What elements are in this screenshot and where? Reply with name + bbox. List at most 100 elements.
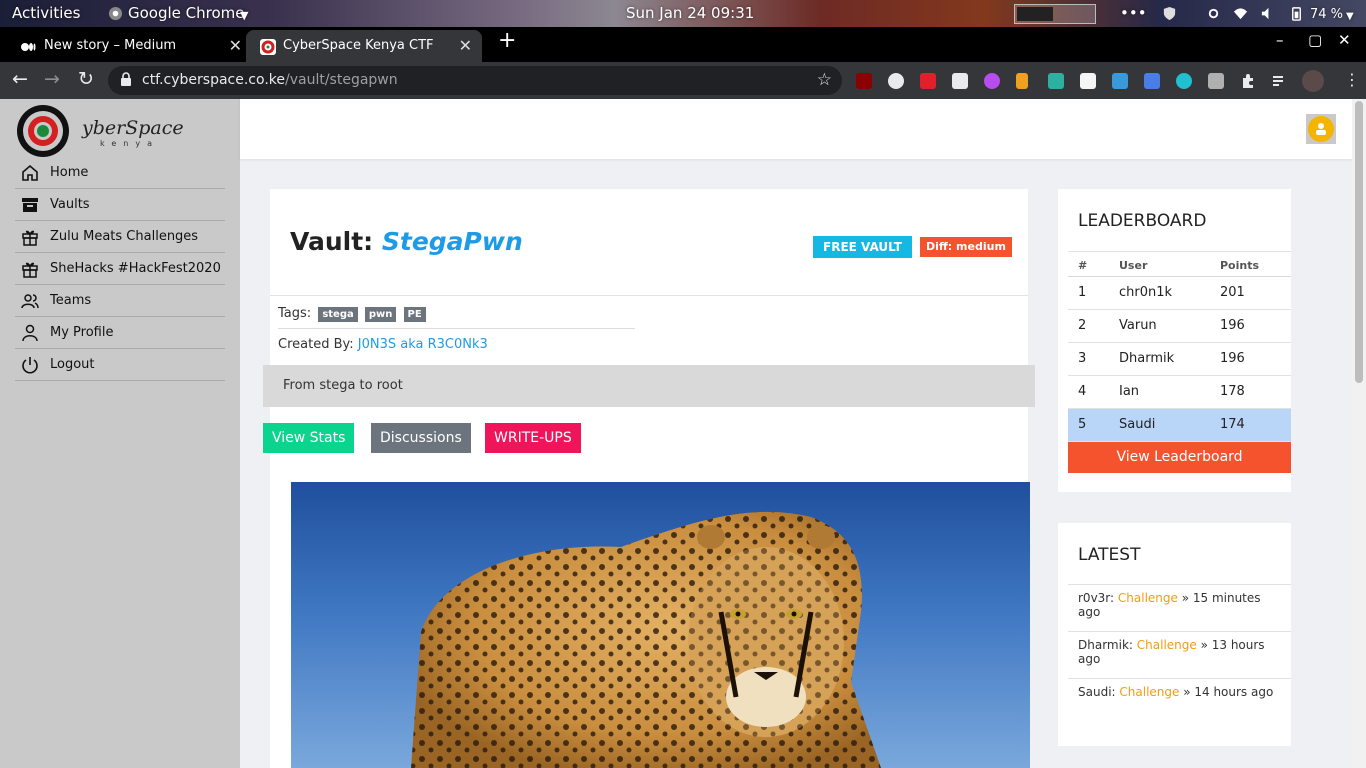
tab-strip: New story – Medium ✕ CyberSpace Kenya CT… <box>0 27 1366 62</box>
sidebar-item-label: Logout <box>50 357 95 372</box>
more-icon[interactable]: ••• <box>1120 4 1147 23</box>
tags-row: Tags: stega pwn PE <box>278 306 426 322</box>
workspace-thumbnail[interactable] <box>1014 4 1096 24</box>
discussions-button[interactable]: Discussions <box>371 423 471 453</box>
latest-list: r0v3r: Challenge » 15 minutes ago Dharmi… <box>1068 584 1291 726</box>
shield-icon[interactable] <box>1162 6 1177 21</box>
cheetah-image <box>411 511 881 768</box>
close-tab-icon[interactable]: ✕ <box>229 36 242 55</box>
extension-icon-5[interactable] <box>984 73 1000 89</box>
sidebar-item-label: SheHacks #HackFest2020 <box>50 261 221 276</box>
brightness-icon[interactable] <box>1206 6 1221 21</box>
sidebar-item-label: My Profile <box>50 325 114 340</box>
extension-icon-8[interactable] <box>1080 73 1096 89</box>
minimize-button[interactable]: – <box>1276 31 1284 49</box>
extension-icon-6[interactable] <box>1016 73 1028 89</box>
page-header <box>240 99 1352 159</box>
table-row: 4 Ian 178 <box>1068 376 1291 409</box>
view-stats-button[interactable]: View Stats <box>263 423 355 453</box>
list-item: r0v3r: Challenge » 15 minutes ago <box>1068 585 1291 632</box>
vault-name: StegaPwn <box>381 227 523 256</box>
view-leaderboard-button[interactable]: View Leaderboard <box>1068 442 1291 473</box>
archive-icon <box>22 198 38 212</box>
extension-icon-12[interactable] <box>1208 73 1224 89</box>
extension-icon-3[interactable] <box>920 73 936 89</box>
table-row: 2 Varun 196 <box>1068 310 1291 343</box>
clock[interactable]: Sun Jan 24 09:31 <box>626 4 754 23</box>
puzzle-extensions-icon[interactable] <box>1240 73 1256 89</box>
latest-panel: LATEST r0v3r: Challenge » 15 minutes ago… <box>1058 523 1291 746</box>
sidebar-item-teams[interactable]: Teams <box>15 285 225 317</box>
sidebar-item-label: Teams <box>50 293 92 308</box>
reload-button[interactable]: ↻ <box>78 68 94 90</box>
challenge-link[interactable]: Challenge <box>1137 638 1197 652</box>
activities-button[interactable]: Activities <box>12 4 80 23</box>
forward-button[interactable]: → <box>44 68 60 90</box>
challenge-link[interactable]: Challenge <box>1118 591 1178 605</box>
sidebar-item-vaults[interactable]: Vaults <box>15 189 225 221</box>
leaderboard-title: LEADERBOARD <box>1078 211 1207 231</box>
translate-extension-icon[interactable] <box>1144 73 1160 89</box>
logo-subtext: kenya <box>100 139 159 148</box>
created-by: Created By: J0N3S aka R3C0Nk3 <box>278 337 488 352</box>
sidebar-item-zulu-meats[interactable]: Zulu Meats Challenges <box>15 221 225 253</box>
user-icon <box>22 324 38 342</box>
sidebar-item-label: Home <box>50 165 89 180</box>
app-menu-arrow-icon[interactable]: ▼ <box>240 6 248 25</box>
tag-pe[interactable]: PE <box>403 307 426 322</box>
maximize-button[interactable]: ▢ <box>1308 31 1322 49</box>
home-icon <box>22 164 38 181</box>
leaderboard-panel: LEADERBOARD # User Points 1 chr0n1k 201 2V… <box>1058 189 1291 492</box>
extension-icon-11[interactable] <box>1176 73 1192 89</box>
users-icon <box>21 294 39 309</box>
address-bar[interactable]: ctf.cyberspace.co.ke/vault/stegapwn ☆ <box>108 66 842 95</box>
battery-icon[interactable] <box>1289 6 1304 21</box>
table-header: # User Points <box>1068 251 1291 277</box>
vault-card: Vault: StegaPwn FREE VAULT Diff: medium … <box>263 189 1035 768</box>
window-close-button[interactable]: ✕ <box>1338 31 1351 49</box>
sidebar-item-label: Vaults <box>50 197 90 212</box>
tag-stega[interactable]: stega <box>318 307 358 322</box>
sidebar-item-shehacks[interactable]: SheHacks #HackFest2020 <box>15 253 225 285</box>
write-ups-button[interactable]: WRITE-UPS <box>485 423 581 453</box>
tab-medium[interactable]: New story – Medium ✕ <box>6 30 242 62</box>
ublock-extension-icon[interactable] <box>856 73 872 89</box>
battery-percentage[interactable]: 74 % <box>1310 5 1343 24</box>
profile-avatar[interactable] <box>1302 70 1324 92</box>
back-button[interactable]: ← <box>12 68 28 90</box>
extension-icon-9[interactable] <box>1112 73 1128 89</box>
scrollbar-thumb[interactable] <box>1355 101 1363 383</box>
lock-icon[interactable] <box>120 72 132 87</box>
difficulty-badge: Diff: medium <box>920 237 1012 257</box>
tag-pwn[interactable]: pwn <box>364 307 397 322</box>
extension-icon-4[interactable] <box>952 73 968 89</box>
sidebar-item-my-profile[interactable]: My Profile <box>15 317 225 349</box>
volume-icon[interactable] <box>1260 6 1275 21</box>
tab-cyberspace[interactable]: CyberSpace Kenya CTF ✕ <box>246 30 482 62</box>
sidebar: yberSpace kenya Home Vaults Zulu Meats C… <box>0 99 240 768</box>
author-link[interactable]: J0N3S aka R3C0Nk3 <box>358 337 488 352</box>
extension-icon-2[interactable] <box>888 73 904 89</box>
tags-label: Tags: <box>278 306 312 321</box>
system-top-bar: Activities Google Chrome ▼ Sun Jan 24 09… <box>0 0 1366 27</box>
cyberspace-logo[interactable]: yberSpace kenya <box>14 101 184 159</box>
app-menu[interactable]: Google Chrome <box>128 4 245 23</box>
challenge-link[interactable]: Challenge <box>1119 685 1179 699</box>
user-avatar[interactable] <box>1306 114 1336 144</box>
system-menu-arrow-icon[interactable]: ▼ <box>1346 7 1354 26</box>
wifi-icon[interactable] <box>1233 6 1248 21</box>
sidebar-item-logout[interactable]: Logout <box>15 349 225 381</box>
chrome-menu-icon[interactable]: ⋮ <box>1344 70 1360 89</box>
sidebar-item-home[interactable]: Home <box>15 157 225 189</box>
media-queue-icon[interactable] <box>1272 73 1288 89</box>
url-text[interactable]: ctf.cyberspace.co.ke/vault/stegapwn <box>142 72 398 88</box>
bookmark-star-icon[interactable]: ☆ <box>817 70 832 90</box>
new-tab-button[interactable]: + <box>498 28 516 53</box>
extension-icon-7[interactable] <box>1048 73 1064 89</box>
list-item: Dharmik: Challenge » 13 hours ago <box>1068 632 1291 679</box>
close-tab-icon[interactable]: ✕ <box>459 36 472 55</box>
list-item: Saudi: Challenge » 14 hours ago <box>1078 685 1274 699</box>
gift-icon <box>22 262 38 278</box>
page-scrollbar[interactable] <box>1352 99 1366 768</box>
cyberspace-favicon-icon <box>260 39 276 55</box>
